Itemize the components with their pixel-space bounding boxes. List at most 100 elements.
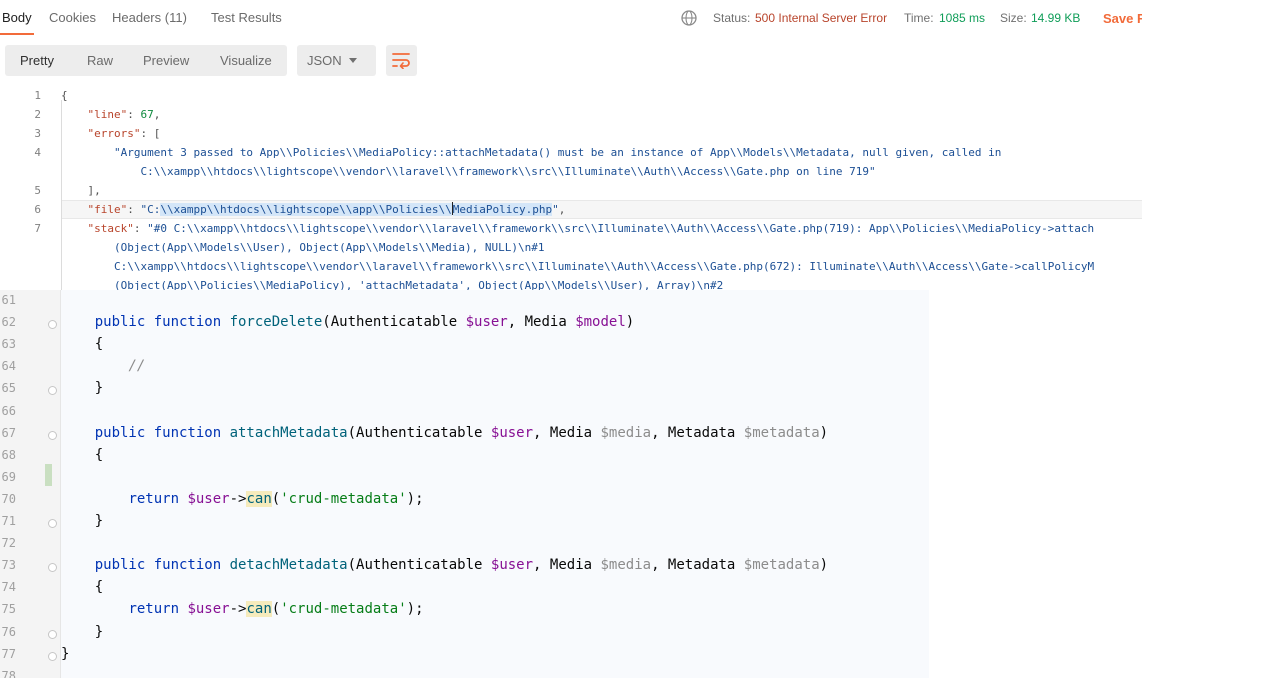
code-token: , Media	[533, 424, 601, 441]
code-line[interactable]: {	[61, 336, 103, 352]
size-label: Size:	[1000, 11, 1027, 25]
json-line: C:\\xampp\\htdocs\\lightscope\\vendor\\l…	[61, 162, 875, 181]
json-token: \\xampp\\htdocs\\lightscope\\app\\Polici…	[160, 203, 452, 216]
json-token: ,	[558, 203, 566, 216]
code-token: $user	[490, 424, 534, 441]
fold-marker-icon[interactable]	[48, 519, 57, 528]
code-line[interactable]: {	[61, 447, 103, 463]
code-token: $media	[600, 557, 652, 574]
code-token: $user	[490, 557, 534, 574]
editor-line-number: 77	[1, 646, 16, 661]
size-value[interactable]: 14.99 KB	[1031, 11, 1080, 25]
vcs-change-marker[interactable]	[45, 464, 52, 486]
fold-marker-icon[interactable]	[48, 563, 57, 573]
fold-marker-icon[interactable]	[48, 651, 57, 661]
editor-line-number: 66	[1, 403, 16, 418]
view-tab-pretty[interactable]: Pretty	[20, 53, 54, 68]
json-response-body[interactable]: 1{2 "line": 67, 3 "errors": [4 "Argument …	[0, 86, 1142, 290]
tab-cookies[interactable]: Cookies	[49, 10, 96, 25]
editor-line-number: 68	[1, 447, 16, 462]
code-token: public function	[94, 424, 230, 441]
line-number: 6	[34, 203, 41, 216]
json-token: :	[127, 108, 141, 121]
fold-marker-icon[interactable]	[48, 386, 57, 396]
code-token: public function	[94, 557, 230, 574]
editor-line-number: 67	[1, 425, 16, 440]
wrap-lines-button[interactable]	[386, 45, 417, 76]
json-line: (Object(App\\Policies\\MediaPolicy), 'at…	[61, 276, 723, 290]
tab-headers[interactable]: Headers (11)	[112, 10, 187, 25]
fold-marker-icon[interactable]	[48, 430, 57, 440]
view-mode-tabs: Pretty Raw Preview Visualize	[5, 45, 287, 76]
code-token: , Media	[507, 314, 576, 331]
code-token: $user	[187, 601, 230, 618]
code-line[interactable]: }	[61, 624, 103, 640]
code-token: $media	[600, 424, 652, 441]
code-line[interactable]: public function attachMetadata(Authentic…	[61, 425, 828, 441]
tab-test-results[interactable]: Test Results	[211, 10, 282, 25]
json-line: "stack": "#0 C:\\xampp\\htdocs\\lightsco…	[61, 219, 1095, 238]
editor-line-number: 73	[1, 558, 16, 573]
json-token: :	[133, 222, 148, 235]
line-number: 3	[34, 127, 41, 140]
save-response-button[interactable]: Save R	[1103, 11, 1142, 26]
time-value[interactable]: 1085 ms	[939, 11, 985, 25]
code-line[interactable]: }	[61, 646, 69, 662]
code-token: ->	[229, 490, 247, 507]
json-line: "errors": [	[61, 124, 161, 143]
code-token: $metadata	[743, 557, 820, 574]
code-token: )	[819, 557, 829, 574]
code-token: public function	[94, 314, 230, 331]
code-line[interactable]: }	[61, 513, 103, 529]
code-token: $metadata	[743, 424, 820, 441]
code-line[interactable]: return $user->can('crud-metadata');	[61, 490, 424, 507]
code-token: }	[61, 645, 70, 662]
globe-icon[interactable]	[680, 9, 698, 27]
tab-body[interactable]: Body	[2, 10, 32, 25]
code-line[interactable]: {	[61, 579, 103, 595]
code-token: );	[406, 601, 424, 618]
code-token: )	[819, 424, 829, 441]
fold-marker-icon[interactable]	[48, 320, 57, 330]
editor-line-number: 74	[1, 580, 16, 595]
editor-line-number: 61	[1, 293, 16, 307]
code-editor[interactable]: 61 62 63 64 65 66 67 68 69 70 71 72 73 74 75 76 77 78 pub…	[0, 290, 929, 678]
code-line[interactable]: }	[61, 380, 103, 396]
json-token: "errors"	[87, 127, 141, 140]
editor-line-number: 71	[1, 514, 16, 528]
json-token: ],	[61, 184, 101, 197]
fold-marker-icon[interactable]	[48, 629, 57, 639]
json-token: "	[552, 203, 559, 216]
code-line[interactable]: public function forceDelete(Authenticata…	[61, 314, 634, 330]
json-token: "file"	[87, 203, 128, 216]
code-token: (	[271, 601, 281, 618]
status-value[interactable]: 500 Internal Server Error	[755, 11, 887, 25]
view-tab-visualize[interactable]: Visualize	[220, 53, 272, 68]
view-tab-raw[interactable]: Raw	[87, 53, 113, 68]
response-panel: Body Cookies Headers (11) Test Results S…	[0, 0, 1142, 290]
code-token: $user	[187, 490, 230, 507]
code-token: 'crud-metadata'	[280, 601, 407, 618]
view-tab-preview[interactable]: Preview	[143, 53, 189, 68]
format-select[interactable]: JSON	[297, 45, 376, 76]
code-line[interactable]: //	[61, 358, 145, 374]
json-token: :	[127, 203, 141, 216]
json-token: (Object(App\\Models\\User), Object(App\\…	[113, 241, 545, 254]
code-token: );	[406, 490, 424, 507]
code-token: }	[61, 623, 104, 640]
json-token: ,	[153, 108, 161, 121]
code-token: (Authenticatable	[322, 314, 466, 331]
code-line[interactable]: public function detachMetadata(Authentic…	[61, 557, 828, 573]
code-token: {	[61, 446, 104, 463]
json-token: "#0 C:\\xampp\\htdocs\\lightscope\\vendo…	[147, 222, 1095, 235]
json-line: C:\\xampp\\htdocs\\lightscope\\vendor\\l…	[61, 257, 1094, 276]
code-line[interactable]: return $user->can('crud-metadata');	[61, 601, 424, 618]
editor-line-number: 69	[1, 469, 16, 484]
editor-line-number: 72	[1, 536, 16, 551]
